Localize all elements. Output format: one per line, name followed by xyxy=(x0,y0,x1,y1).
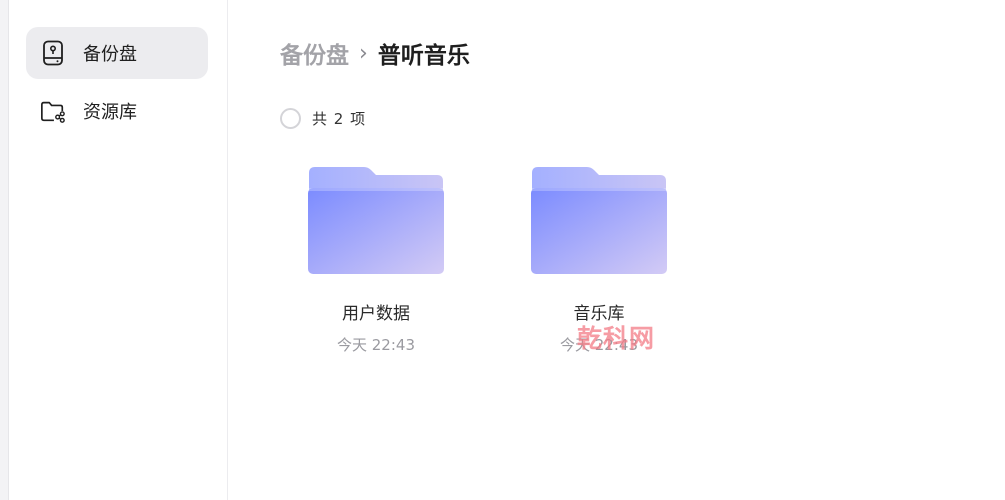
item-count: 共 2 项 xyxy=(312,110,367,128)
sidebar-item-library[interactable]: 资源库 xyxy=(26,85,208,137)
sidebar-item-backup-drive[interactable]: 备份盘 xyxy=(26,27,208,79)
folder-icon xyxy=(308,167,444,274)
shared-folder-icon xyxy=(40,98,66,124)
selection-row: 共 2 项 xyxy=(280,108,366,129)
folder-name: 用户数据 xyxy=(342,304,410,324)
window-edge xyxy=(0,0,9,500)
main-content: 备份盘 › 普听音乐 共 2 项 用户数据 今天 22:43 音乐库 今天 22… xyxy=(228,0,1005,500)
folder-item-user-data[interactable]: 用户数据 今天 22:43 xyxy=(288,165,464,355)
select-all-checkbox[interactable] xyxy=(280,108,301,129)
sidebar-item-label: 备份盘 xyxy=(83,44,137,65)
breadcrumb-parent-link[interactable]: 备份盘 xyxy=(280,36,349,70)
breadcrumb: 备份盘 › 普听音乐 xyxy=(280,36,470,70)
folder-icon xyxy=(531,167,667,274)
sidebar: 备份盘 资源库 xyxy=(9,0,228,500)
backup-drive-icon xyxy=(40,40,66,66)
breadcrumb-current: 普听音乐 xyxy=(377,43,470,69)
chevron-right-icon: › xyxy=(359,40,368,66)
folder-timestamp: 今天 22:43 xyxy=(337,336,415,354)
watermark: 乾科网 xyxy=(577,324,656,353)
sidebar-item-label: 资源库 xyxy=(83,102,137,123)
